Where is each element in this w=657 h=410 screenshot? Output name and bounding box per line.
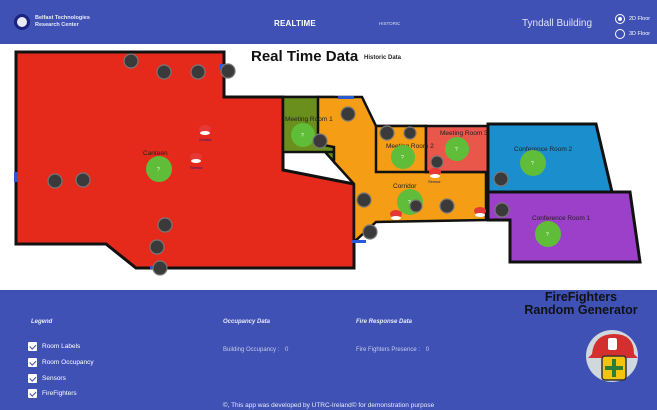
sensor-icon[interactable] <box>379 125 395 141</box>
svg-text:?: ? <box>401 155 404 161</box>
building-occupancy-value: 0 <box>285 347 289 353</box>
radio-2d-label: 2D Floor <box>629 16 651 22</box>
occupancy-data-title: Occupancy Data <box>223 319 271 325</box>
radio-2d-floor[interactable]: 2D Floor <box>615 14 650 24</box>
legend-label: Room Occupancy <box>42 359 94 366</box>
label-conference-2: Conference Room 2 <box>514 146 573 153</box>
svg-text:?: ? <box>301 133 304 139</box>
label-canteen: Canteen <box>143 150 168 157</box>
label-corridor: Corridor <box>393 183 417 190</box>
logo: Belfast Technologies Research Center <box>14 14 105 30</box>
floor-plan-svg: Canteen Meeting Room 1 Meeting Room 2 Me… <box>14 50 642 276</box>
firefighters-generator-title: FireFighters Random Generator <box>506 291 656 317</box>
sensor-icon[interactable] <box>123 53 139 69</box>
sensor-icon[interactable] <box>156 64 172 80</box>
footer-panel: FireFighters Random Generator Legend Roo… <box>0 290 657 410</box>
sensor-icon[interactable] <box>312 133 328 149</box>
building-occupancy-stat: Building Occupancy : 0 <box>223 347 288 353</box>
sensor-icon[interactable] <box>190 64 206 80</box>
sensor-icon[interactable] <box>47 173 63 189</box>
radio-unselected-icon[interactable] <box>615 29 625 39</box>
logo-icon <box>14 14 30 30</box>
occupancy-conference-1[interactable]: ? <box>535 221 561 247</box>
sensor-icon[interactable] <box>149 239 165 255</box>
legend-label: Room Labels <box>42 343 81 350</box>
map-title: Real Time Data <box>251 48 359 65</box>
sensor-icon[interactable] <box>403 126 417 140</box>
svg-text:?: ? <box>531 161 534 167</box>
room-conference-1[interactable] <box>486 190 642 264</box>
checkbox-checked-icon[interactable] <box>28 358 37 367</box>
legend-checkbox-firefighters[interactable]: FireFighters <box>28 389 77 398</box>
checkbox-checked-icon[interactable] <box>28 374 37 383</box>
label-conference-1: Conference Room 1 <box>532 215 591 222</box>
svg-text:Smoke: Smoke <box>199 137 212 142</box>
occupancy-meeting-3[interactable]: ? <box>445 137 469 161</box>
checkbox-checked-icon[interactable] <box>28 342 37 351</box>
historic-data-link[interactable]: Historic Data <box>364 55 401 61</box>
door-marker <box>338 96 354 99</box>
firefighters-title-line-2: Random Generator <box>524 303 638 317</box>
door-marker <box>14 172 18 182</box>
occupancy-canteen[interactable]: ? <box>146 156 172 182</box>
sensor-icon[interactable] <box>439 198 455 214</box>
occupancy-conference-2[interactable]: ? <box>520 150 546 176</box>
smoke-detector-icon[interactable] <box>474 207 486 217</box>
sensor-icon[interactable] <box>430 155 444 169</box>
floor-map: Canteen Meeting Room 1 Meeting Room 2 Me… <box>0 44 657 290</box>
smoke-detector-icon[interactable]: Sensor <box>428 168 441 184</box>
sensor-icon[interactable] <box>220 63 236 79</box>
sensor-icon[interactable] <box>362 224 378 240</box>
legend-checkbox-sensors[interactable]: Sensors <box>28 374 66 383</box>
sensor-icon[interactable] <box>494 202 510 218</box>
fire-response-title: Fire Response Data <box>356 319 413 325</box>
sensor-icon[interactable] <box>157 217 173 233</box>
room-canteen[interactable] <box>14 50 356 270</box>
nav-realtime-tab[interactable]: REALTIME <box>274 19 316 28</box>
nav-historic-tab[interactable]: HISTORIC <box>379 21 400 26</box>
sensor-icon[interactable] <box>356 192 372 208</box>
firefighters-presence-value: 0 <box>425 347 430 353</box>
svg-text:?: ? <box>455 147 458 153</box>
firefighter-helmet-icon[interactable] <box>582 326 642 386</box>
label-meeting-1: Meeting Room 1 <box>285 116 333 123</box>
radio-3d-label: 3D Floor <box>629 31 651 37</box>
credit-text: ©, This app was developed by UTRC-Irelan… <box>222 402 435 409</box>
firefighters-presence-stat: Fire Fighters Presence : 0 <box>356 347 429 353</box>
sensor-icon[interactable] <box>493 171 509 187</box>
legend-label: Sensors <box>42 375 66 382</box>
door-marker <box>352 240 366 243</box>
legend-checkbox-room-occupancy[interactable]: Room Occupancy <box>28 358 94 367</box>
radio-3d-floor[interactable]: 3D Floor <box>615 29 650 39</box>
svg-text:Sensor: Sensor <box>428 179 441 184</box>
sensor-icon[interactable] <box>340 106 356 122</box>
sensor-icon[interactable] <box>409 199 423 213</box>
occupancy-meeting-2[interactable]: ? <box>391 145 415 169</box>
logo-text: Belfast Technologies Research Center <box>35 15 90 28</box>
svg-text:Sensor: Sensor <box>190 165 203 170</box>
sensor-icon[interactable] <box>75 172 91 188</box>
label-meeting-3: Meeting Room 3 <box>440 130 488 137</box>
legend-title: Legend <box>31 319 53 325</box>
firefighters-presence-label: Fire Fighters Presence : <box>356 347 421 353</box>
smoke-detector-icon[interactable] <box>390 210 402 220</box>
top-app-bar: Belfast Technologies Research Center REA… <box>0 0 657 44</box>
radio-selected-icon[interactable] <box>615 14 625 24</box>
checkbox-checked-icon[interactable] <box>28 389 37 398</box>
legend-checkbox-room-labels[interactable]: Room Labels <box>28 342 80 351</box>
svg-text:?: ? <box>546 232 549 238</box>
building-name: Tyndall Building <box>522 18 593 29</box>
building-occupancy-label: Building Occupancy : <box>223 347 280 353</box>
sensor-icon[interactable] <box>152 260 168 276</box>
legend-label: FireFighters <box>42 390 77 397</box>
svg-text:?: ? <box>157 167 160 173</box>
occupancy-meeting-1[interactable]: ? <box>291 123 315 147</box>
